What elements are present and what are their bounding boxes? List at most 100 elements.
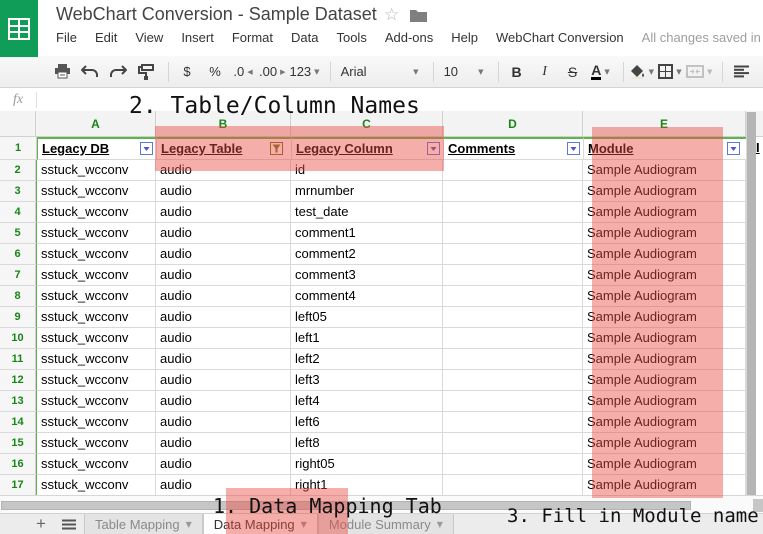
cell-legacy-table[interactable]: audio — [156, 307, 291, 328]
cell-comments[interactable] — [443, 265, 583, 286]
merge-cells-button[interactable]: ▼ — [686, 60, 712, 84]
italic-button[interactable]: I — [533, 60, 557, 84]
menu-tools[interactable]: Tools — [336, 30, 366, 45]
tab-dropdown-icon[interactable]: ▼ — [437, 520, 443, 529]
redo-button[interactable] — [106, 60, 130, 84]
cell-legacy-column[interactable]: id — [291, 160, 443, 181]
row-number[interactable]: 14 — [0, 412, 36, 433]
cell-module[interactable]: Sample Audiogram — [583, 265, 746, 286]
cell-legacy-column[interactable]: test_date — [291, 202, 443, 223]
tab-table-mapping[interactable]: Table Mapping▼ — [84, 514, 203, 534]
increase-decimal-button[interactable]: .00▶ — [259, 60, 285, 84]
row-number[interactable]: 11 — [0, 349, 36, 370]
cell-module[interactable]: Sample Audiogram — [583, 160, 746, 181]
cell-module[interactable]: Sample Audiogram — [583, 412, 746, 433]
cell-legacy-db[interactable]: sstuck_wcconv — [36, 244, 156, 265]
cell-legacy-column[interactable]: comment4 — [291, 286, 443, 307]
cell-legacy-column[interactable]: comment1 — [291, 223, 443, 244]
cell-legacy-table[interactable]: audio — [156, 412, 291, 433]
menu-data[interactable]: Data — [291, 30, 318, 45]
cell-header-legacy-table[interactable]: Legacy Table — [157, 137, 292, 160]
cell-legacy-table[interactable]: audio — [156, 181, 291, 202]
cell-legacy-column[interactable]: left3 — [291, 370, 443, 391]
cell-legacy-table[interactable]: audio — [156, 349, 291, 370]
row-number[interactable]: 4 — [0, 202, 36, 223]
cell-header-comments[interactable]: Comments — [444, 137, 584, 160]
cell-comments[interactable] — [443, 349, 583, 370]
cell-legacy-db[interactable]: sstuck_wcconv — [36, 349, 156, 370]
cell-module[interactable]: Sample Audiogram — [583, 244, 746, 265]
print-button[interactable] — [50, 60, 74, 84]
cell-legacy-db[interactable]: sstuck_wcconv — [36, 454, 156, 475]
cell-module[interactable]: Sample Audiogram — [583, 181, 746, 202]
menu-insert[interactable]: Insert — [181, 30, 214, 45]
cell-legacy-db[interactable]: sstuck_wcconv — [36, 391, 156, 412]
select-all-corner[interactable] — [0, 111, 36, 136]
menu-addons[interactable]: Add-ons — [385, 30, 433, 45]
cell-legacy-table[interactable]: audio — [156, 160, 291, 181]
horizontal-scrollbar[interactable] — [1, 501, 691, 510]
all-sheets-menu-icon[interactable] — [54, 514, 84, 534]
cell-legacy-column[interactable]: comment2 — [291, 244, 443, 265]
cell-legacy-db[interactable]: sstuck_wcconv — [36, 202, 156, 223]
cell-comments[interactable] — [443, 160, 583, 181]
cell-comments[interactable] — [443, 412, 583, 433]
fill-color-button[interactable]: ▼ — [630, 60, 654, 84]
cell-module[interactable]: Sample Audiogram — [583, 370, 746, 391]
cell-comments[interactable] — [443, 454, 583, 475]
column-header-c[interactable]: C — [291, 111, 443, 136]
cell-module[interactable]: Sample Audiogram — [583, 475, 746, 496]
column-header-d[interactable]: D — [443, 111, 583, 136]
cell-legacy-column[interactable]: comment3 — [291, 265, 443, 286]
cell-legacy-db[interactable]: sstuck_wcconv — [36, 286, 156, 307]
row-number[interactable]: 6 — [0, 244, 36, 265]
cell-module[interactable]: Sample Audiogram — [583, 202, 746, 223]
cell-module[interactable]: Sample Audiogram — [583, 391, 746, 412]
column-header-a[interactable]: A — [36, 111, 156, 136]
add-sheet-button[interactable]: + — [28, 514, 54, 534]
strikethrough-button[interactable]: S — [561, 60, 585, 84]
row-number[interactable]: 12 — [0, 370, 36, 391]
menu-edit[interactable]: Edit — [95, 30, 117, 45]
cell-legacy-column[interactable]: left8 — [291, 433, 443, 454]
filter-dropdown-icon[interactable] — [427, 142, 440, 155]
filter-active-funnel-icon[interactable] — [270, 142, 283, 155]
tab-data-mapping[interactable]: Data Mapping▼ — [203, 514, 318, 534]
cell-comments[interactable] — [443, 307, 583, 328]
menu-help[interactable]: Help — [451, 30, 478, 45]
cell-legacy-table[interactable]: audio — [156, 328, 291, 349]
cell-comments[interactable] — [443, 475, 583, 496]
cell-legacy-column[interactable]: right05 — [291, 454, 443, 475]
cell-comments[interactable] — [443, 328, 583, 349]
cell-module[interactable]: Sample Audiogram — [583, 328, 746, 349]
cell-header-legacy-db[interactable]: Legacy DB — [37, 137, 157, 160]
row-number[interactable]: 9 — [0, 307, 36, 328]
cell-legacy-column[interactable]: left4 — [291, 391, 443, 412]
row-number[interactable]: 13 — [0, 391, 36, 412]
cell-legacy-db[interactable]: sstuck_wcconv — [36, 307, 156, 328]
paint-format-button[interactable] — [134, 60, 158, 84]
cell-legacy-column[interactable]: left05 — [291, 307, 443, 328]
cell-module[interactable]: Sample Audiogram — [583, 349, 746, 370]
cell-legacy-column[interactable]: left1 — [291, 328, 443, 349]
vertical-scrollbar[interactable] — [746, 112, 756, 496]
horizontal-align-button[interactable] — [729, 60, 753, 84]
cell-legacy-table[interactable]: audio — [156, 433, 291, 454]
filter-dropdown-icon[interactable] — [727, 142, 740, 155]
filter-dropdown-icon[interactable] — [567, 142, 580, 155]
row-number[interactable]: 1 — [0, 137, 37, 160]
cell-legacy-db[interactable]: sstuck_wcconv — [36, 265, 156, 286]
cell-legacy-db[interactable]: sstuck_wcconv — [36, 370, 156, 391]
cell-legacy-table[interactable]: audio — [156, 244, 291, 265]
cell-legacy-db[interactable]: sstuck_wcconv — [36, 181, 156, 202]
star-icon[interactable]: ☆ — [384, 5, 399, 25]
cell-comments[interactable] — [443, 244, 583, 265]
menu-format[interactable]: Format — [232, 30, 273, 45]
cell-comments[interactable] — [443, 202, 583, 223]
row-number[interactable]: 17 — [0, 475, 36, 496]
cell-module[interactable]: Sample Audiogram — [583, 223, 746, 244]
cell-header-legacy-column[interactable]: Legacy Column — [292, 137, 444, 160]
row-number[interactable]: 15 — [0, 433, 36, 454]
cell-legacy-column[interactable]: left6 — [291, 412, 443, 433]
tab-module-summary[interactable]: Module Summary▼ — [318, 514, 454, 534]
